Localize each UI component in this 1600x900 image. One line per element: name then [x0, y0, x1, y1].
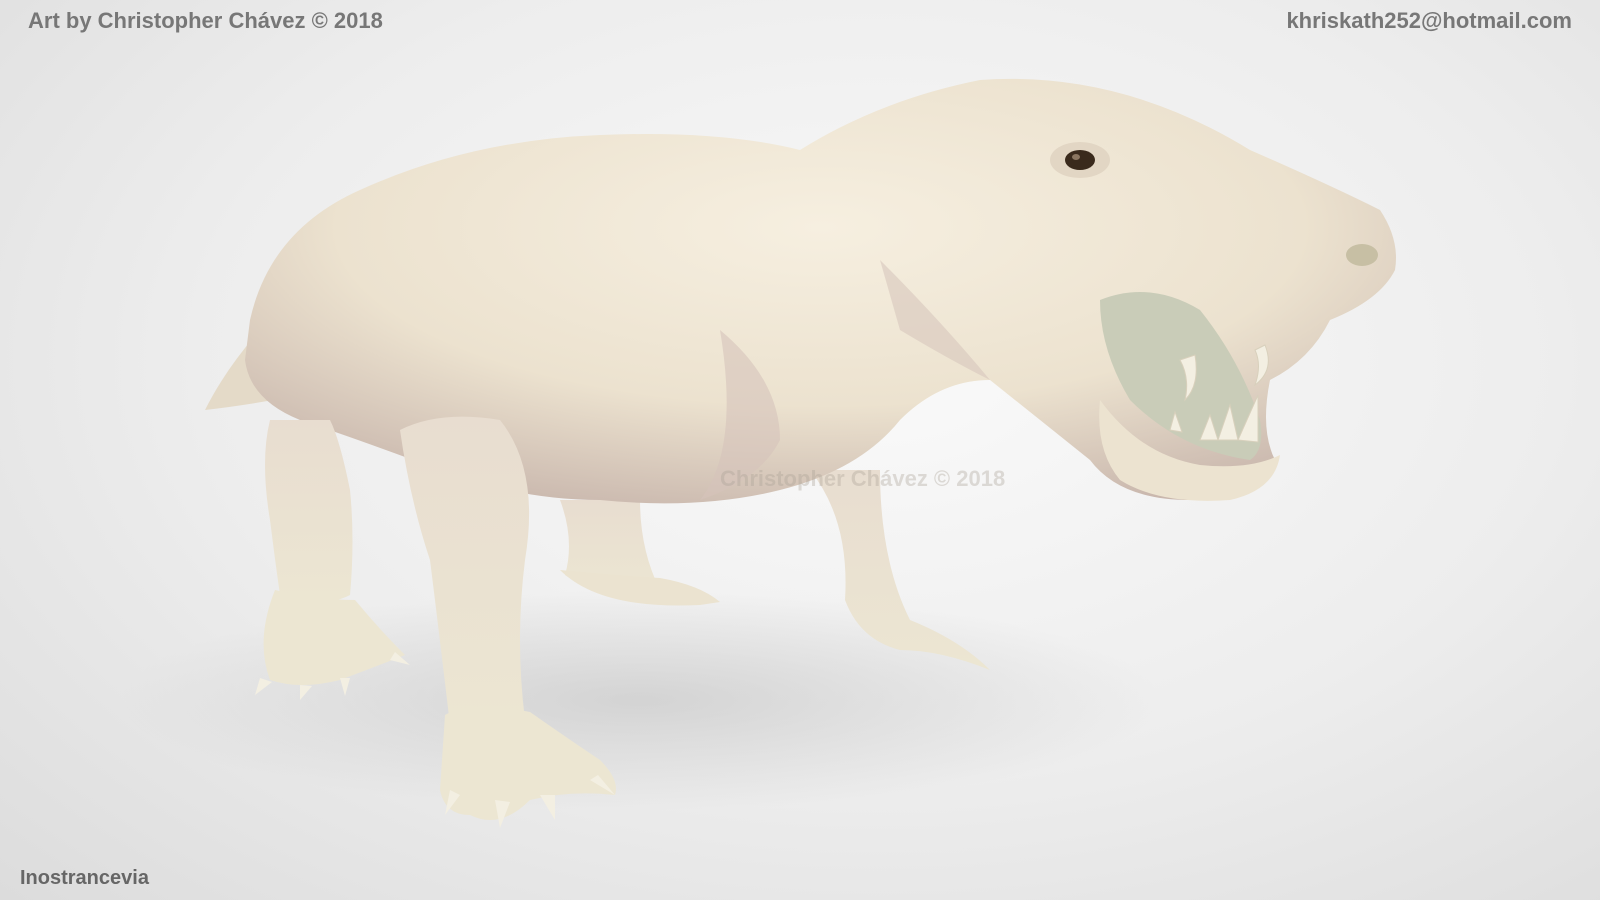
inostrancevia-illustration	[120, 78, 1396, 828]
eye	[1065, 150, 1095, 170]
species-caption: Inostrancevia	[20, 867, 149, 889]
hind-leg-far	[560, 500, 720, 606]
nostril	[1346, 244, 1378, 266]
hind-leg-near	[255, 420, 410, 700]
watermark: Christopher Chávez © 2018	[720, 466, 1006, 491]
